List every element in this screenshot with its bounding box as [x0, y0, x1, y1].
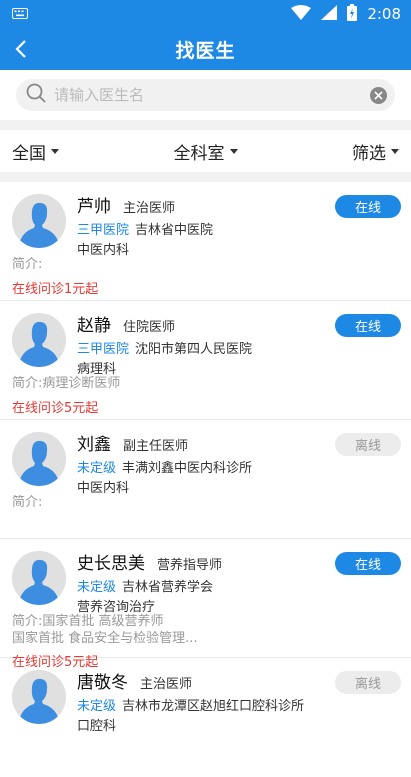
consult-price: 在线问诊5元起 [12, 401, 99, 416]
department-filter[interactable]: 全科室 [174, 139, 238, 164]
hospital-level: 三甲医院 [77, 223, 130, 238]
hospital-level: 三甲医院 [77, 342, 130, 357]
hospital-name: 吉林省中医院 [135, 223, 214, 238]
keyboard-icon [12, 5, 28, 23]
intro-line: 简介: [12, 257, 43, 272]
online-status-button[interactable]: 在线 [335, 314, 401, 337]
doctor-info: 赵静 住院医师 三甲医院 沈阳市第四人民医院 病理科 [77, 311, 331, 377]
doctor-intro: 简介: [12, 494, 301, 511]
more-filter-label: 筛选 [352, 143, 386, 164]
search-icon [26, 83, 46, 107]
doctor-intro: 简介:国家首批 高级营养师 国家首批 食品安全与检验管理... [12, 613, 301, 647]
avatar [12, 194, 66, 248]
doctor-card[interactable]: 唐敬冬 主治医师 未定级 吉林市龙潭区赵旭红口腔科诊所 口腔科 离线 [0, 658, 411, 777]
app-bar: 找医生 [0, 28, 411, 70]
doctor-info: 史长思美 营养指导师 未定级 吉林省营养学会 营养咨询治疗 [77, 549, 331, 615]
wifi-icon [291, 4, 312, 24]
doctor-name: 芦帅 [77, 197, 111, 217]
chevron-down-icon [229, 148, 238, 154]
doctor-list: 芦帅 主治医师 三甲医院 吉林省中医院 中医内科 在线 简介: 在线问诊1元起 赵… [0, 182, 411, 777]
offline-status-button[interactable]: 离线 [335, 433, 401, 456]
page-title: 找医生 [175, 39, 236, 62]
hospital-level: 未定级 [77, 699, 117, 714]
divider [0, 120, 411, 130]
search-box [16, 79, 395, 111]
doctor-rank: 主治医师 [123, 201, 176, 216]
doctor-rank: 副主任医师 [123, 439, 189, 454]
hospital-name: 吉林市龙潭区赵旭红口腔科诊所 [122, 699, 305, 714]
doctor-card[interactable]: 芦帅 主治医师 三甲医院 吉林省中医院 中医内科 在线 简介: 在线问诊1元起 [0, 182, 411, 301]
doctor-card[interactable]: 赵静 住院医师 三甲医院 沈阳市第四人民医院 病理科 在线 简介:病理诊断医师 在… [0, 301, 411, 420]
intro-line: 简介:病理诊断医师 [12, 376, 121, 391]
status-bar: 2:08 [0, 0, 411, 28]
offline-status-button[interactable]: 离线 [335, 671, 401, 694]
hospital-name: 沈阳市第四人民医院 [135, 342, 253, 357]
online-status-button[interactable]: 在线 [335, 195, 401, 218]
online-status-button[interactable]: 在线 [335, 552, 401, 575]
doctor-intro: 简介:病理诊断医师 [12, 375, 301, 392]
intro-line: 简介:国家首批 高级营养师 [12, 614, 164, 629]
battery-icon [347, 3, 358, 25]
doctor-name: 史长思美 [77, 554, 145, 574]
hospital-name: 丰满刘鑫中医内科诊所 [122, 461, 253, 476]
avatar [12, 551, 66, 605]
divider [0, 172, 411, 182]
doctor-info: 刘鑫 副主任医师 未定级 丰满刘鑫中医内科诊所 中医内科 [77, 430, 331, 496]
avatar [12, 432, 66, 486]
intro-line: 国家首批 食品安全与检验管理... [12, 631, 198, 646]
doctor-rank: 住院医师 [123, 320, 176, 335]
avatar [12, 313, 66, 367]
chevron-down-icon [51, 148, 59, 154]
intro-line: 简介: [12, 495, 43, 510]
chevron-down-icon [391, 148, 399, 154]
hospital-level: 未定级 [77, 461, 117, 476]
region-filter[interactable]: 全国 [12, 139, 59, 164]
hospital-name: 吉林省营养学会 [122, 580, 214, 595]
doctor-card[interactable]: 史长思美 营养指导师 未定级 吉林省营养学会 营养咨询治疗 在线 简介:国家首批 … [0, 539, 411, 670]
search-input[interactable] [54, 80, 370, 110]
department: 口腔科 [77, 719, 117, 734]
doctor-rank: 营养指导师 [157, 558, 223, 573]
doctor-info: 芦帅 主治医师 三甲医院 吉林省中医院 中医内科 [77, 192, 331, 258]
back-arrow-icon[interactable] [10, 37, 34, 61]
doctor-rank: 主治医师 [140, 677, 193, 692]
doctor-name: 赵静 [77, 316, 111, 336]
signal-icon [321, 4, 338, 24]
hospital-level: 未定级 [77, 580, 117, 595]
filter-bar: 全国 全科室 筛选 [0, 130, 411, 172]
consult-price: 在线问诊1元起 [12, 282, 99, 297]
status-time: 2:08 [367, 5, 401, 23]
more-filter[interactable]: 筛选 [352, 139, 399, 164]
search-bar [0, 70, 411, 120]
doctor-card[interactable]: 刘鑫 副主任医师 未定级 丰满刘鑫中医内科诊所 中医内科 离线 简介: [0, 420, 411, 539]
region-filter-label: 全国 [12, 143, 46, 164]
doctor-name: 唐敬冬 [77, 673, 128, 693]
doctor-info: 唐敬冬 主治医师 未定级 吉林市龙潭区赵旭红口腔科诊所 口腔科 [77, 668, 331, 734]
clear-icon[interactable] [370, 86, 387, 104]
avatar [12, 670, 66, 724]
department-filter-label: 全科室 [173, 143, 225, 164]
doctor-name: 刘鑫 [77, 435, 111, 455]
doctor-intro: 简介: [12, 256, 301, 273]
